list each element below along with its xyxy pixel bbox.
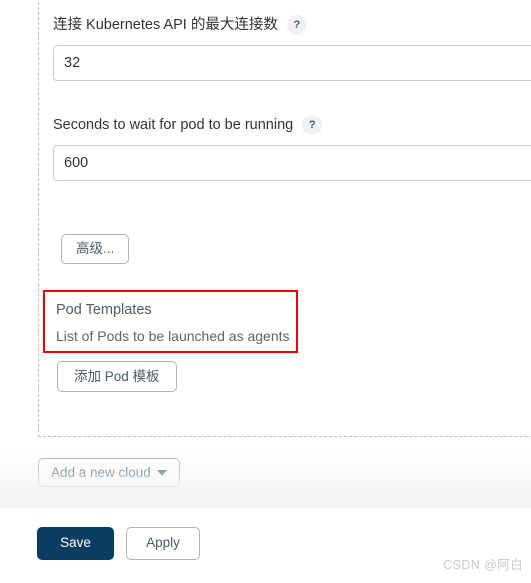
help-icon[interactable]: ? <box>286 15 307 35</box>
pod-templates-highlight-box: Pod Templates List of Pods to be launche… <box>43 290 298 353</box>
pod-wait-seconds-input[interactable] <box>53 145 531 181</box>
apply-button[interactable]: Apply <box>126 527 200 560</box>
chevron-down-icon <box>156 470 167 477</box>
field-label-pod-wait-seconds: Seconds to wait for pod to be running <box>53 117 294 133</box>
pod-templates-heading: Pod Templates <box>56 302 152 318</box>
field-label-row: 连接 Kubernetes API 的最大连接数 ? <box>53 15 531 35</box>
form-group-max-connections: 连接 Kubernetes API 的最大连接数 ? <box>53 15 531 81</box>
pod-templates-description: List of Pods to be launched as agents <box>56 328 290 344</box>
add-a-new-cloud-label: Add a new cloud <box>51 465 151 480</box>
max-connections-input[interactable] <box>53 45 531 81</box>
advanced-button[interactable]: 高级... <box>61 234 130 264</box>
field-label-row: Seconds to wait for pod to be running ? <box>53 115 531 135</box>
add-pod-template-button[interactable]: 添加 Pod 模板 <box>57 361 177 392</box>
form-group-pod-wait-seconds: Seconds to wait for pod to be running ? <box>53 115 531 181</box>
add-a-new-cloud-button[interactable]: Add a new cloud <box>38 458 180 487</box>
cloud-configuration-section: 连接 Kubernetes API 的最大连接数 ? Seconds to wa… <box>38 0 531 437</box>
help-icon[interactable]: ? <box>302 115 323 135</box>
form-action-bar: Save Apply <box>0 508 531 583</box>
save-button[interactable]: Save <box>37 527 114 560</box>
field-label-max-connections: 连接 Kubernetes API 的最大连接数 <box>53 17 278 33</box>
